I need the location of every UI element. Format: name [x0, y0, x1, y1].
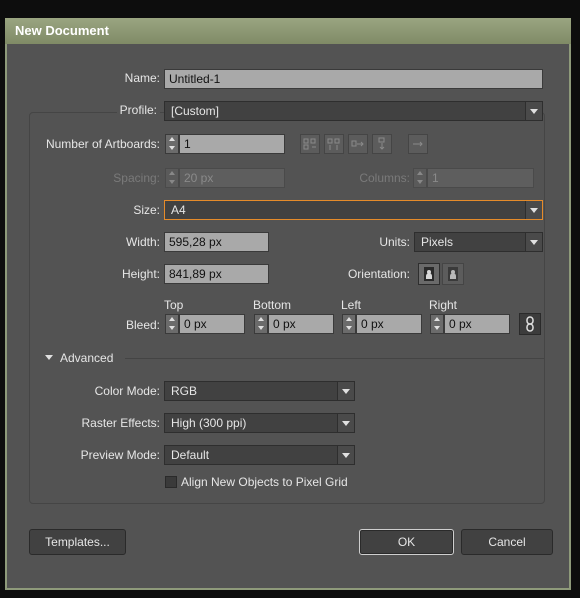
units-value: Pixels: [421, 235, 454, 249]
height-label: Height:: [121, 267, 160, 281]
units-dropdown[interactable]: Pixels: [414, 232, 543, 252]
profile-dropdown[interactable]: [Custom]: [164, 101, 543, 121]
portrait-orientation-icon[interactable]: [418, 263, 440, 285]
arrange-by-row-icon[interactable]: [348, 134, 368, 154]
bleed-top-stepper[interactable]: [165, 314, 179, 334]
units-label: Units:: [379, 235, 410, 249]
size-label: Size:: [133, 203, 160, 217]
bleed-top-field[interactable]: 0 px: [179, 314, 245, 334]
cancel-button[interactable]: Cancel: [461, 529, 553, 555]
align-pixel-grid-checkbox[interactable]: [165, 476, 177, 488]
spacing-label: Spacing:: [113, 171, 160, 185]
ok-button[interactable]: OK: [359, 529, 454, 555]
width-label: Width:: [125, 235, 160, 249]
grid-by-row-icon[interactable]: [300, 134, 320, 154]
raster-effects-label: Raster Effects:: [81, 416, 160, 430]
preview-mode-dropdown[interactable]: Default: [164, 445, 355, 465]
chevron-down-icon: [337, 414, 354, 432]
name-label: Name:: [124, 71, 160, 85]
chevron-down-icon: [337, 446, 354, 464]
columns-stepper[interactable]: [413, 168, 427, 188]
align-pixel-grid-label: Align New Objects to Pixel Grid: [181, 475, 348, 489]
bleed-right-field[interactable]: 0 px: [444, 314, 510, 334]
preview-mode-label: Preview Mode:: [80, 448, 160, 462]
arrange-by-column-icon[interactable]: [372, 134, 392, 154]
collapse-triangle-icon[interactable]: [45, 355, 53, 360]
preview-mode-value: Default: [171, 448, 210, 462]
columns-field[interactable]: 1: [427, 168, 534, 188]
templates-button[interactable]: Templates...: [29, 529, 126, 555]
size-dropdown[interactable]: A4: [164, 200, 543, 220]
profile-label: Profile:: [116, 103, 160, 117]
landscape-orientation-icon[interactable]: [442, 263, 464, 285]
color-mode-dropdown[interactable]: RGB: [164, 381, 355, 401]
chevron-down-icon: [525, 201, 542, 219]
orientation-label: Orientation:: [347, 267, 410, 281]
advanced-label[interactable]: Advanced: [60, 351, 113, 365]
bleed-top-label: Top: [164, 298, 184, 312]
chevron-down-icon: [525, 233, 542, 251]
link-icon[interactable]: [519, 313, 541, 335]
width-field[interactable]: 595,28 px: [164, 232, 269, 252]
artboards-stepper[interactable]: [165, 134, 179, 154]
raster-effects-dropdown[interactable]: High (300 ppi): [164, 413, 355, 433]
color-mode-value: RGB: [171, 384, 198, 398]
raster-effects-value: High (300 ppi): [171, 416, 247, 430]
chevron-down-icon: [337, 382, 354, 400]
bleed-label: Bleed:: [125, 318, 160, 332]
bleed-left-label: Left: [341, 298, 362, 312]
size-value: A4: [171, 203, 186, 217]
name-field[interactable]: Untitled-1: [164, 69, 543, 89]
artboards-label: Number of Artboards:: [45, 137, 160, 151]
color-mode-label: Color Mode:: [94, 384, 160, 398]
bleed-right-stepper[interactable]: [430, 314, 444, 334]
change-to-right-to-left-icon[interactable]: [408, 134, 428, 154]
spacing-stepper[interactable]: [165, 168, 179, 188]
dialog-title: New Document: [5, 18, 571, 44]
height-field[interactable]: 841,89 px: [164, 264, 269, 284]
chevron-down-icon: [525, 102, 542, 120]
bleed-left-stepper[interactable]: [342, 314, 356, 334]
columns-label: Columns:: [359, 171, 410, 185]
bleed-bottom-field[interactable]: 0 px: [268, 314, 334, 334]
advanced-divider: [125, 358, 544, 359]
bleed-bottom-label: Bottom: [253, 298, 292, 312]
profile-value: [Custom]: [171, 104, 220, 118]
bleed-right-label: Right: [429, 298, 458, 312]
artboards-field[interactable]: 1: [179, 134, 285, 154]
spacing-field[interactable]: 20 px: [179, 168, 285, 188]
bleed-bottom-stepper[interactable]: [254, 314, 268, 334]
grid-by-column-icon[interactable]: [324, 134, 344, 154]
bleed-left-field[interactable]: 0 px: [356, 314, 422, 334]
